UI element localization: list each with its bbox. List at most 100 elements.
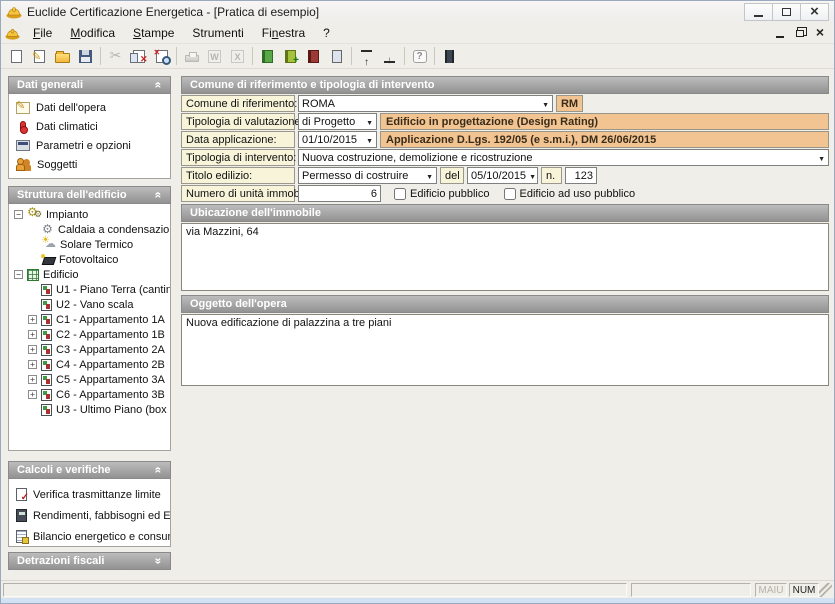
- export-word-icon: W: [208, 50, 221, 63]
- tree-item-u2-vano-scala[interactable]: U2 - Vano scala: [9, 297, 170, 312]
- close-button[interactable]: [800, 3, 829, 21]
- data-applicazione-label: Data applicazione:: [181, 131, 295, 148]
- find-document-button[interactable]: [150, 46, 173, 67]
- edificio-pubblico-checkbox-input[interactable]: [394, 188, 406, 200]
- edificio-uso-pubblico-checkbox-input[interactable]: [504, 188, 516, 200]
- ubicazione-textarea[interactable]: via Mazzini, 64: [181, 223, 829, 291]
- menu-finestra[interactable]: Finestra: [253, 24, 314, 42]
- panel-header-detrazioni-fiscali[interactable]: Detrazioni fiscali: [8, 552, 171, 570]
- new-document-button[interactable]: [5, 46, 28, 67]
- toolbar-separator: [351, 47, 352, 65]
- edificio-pubblico-checkbox[interactable]: Edificio pubblico: [394, 185, 490, 202]
- menu-strumenti[interactable]: Strumenti: [183, 24, 252, 42]
- tree-item-impianto[interactable]: −Impianto: [9, 207, 170, 222]
- expander-minus-icon[interactable]: −: [14, 210, 23, 219]
- replace-document-button[interactable]: [127, 46, 150, 67]
- collapse-panels-button[interactable]: [355, 46, 378, 67]
- mdi-restore-button[interactable]: [796, 30, 804, 37]
- expander-plus-icon[interactable]: +: [28, 390, 37, 399]
- tree-item-label: C1 - Appartamento 1A: [56, 314, 165, 326]
- tree-item-label: U1 - Piano Terra (cantine e: [56, 284, 171, 296]
- tree-item-caldaia-a-condensazione[interactable]: Caldaia a condensazione: [9, 222, 170, 237]
- tipologia-intervento-combobox[interactable]: Nuova costruzione, demolizione e ricostr…: [298, 149, 829, 166]
- chevron-up-icon[interactable]: [154, 192, 164, 199]
- app-helmet-icon: [6, 4, 22, 20]
- oggetto-textarea[interactable]: Nuova edificazione di palazzina a tre pi…: [181, 314, 829, 386]
- panel-header-struttura-edificio[interactable]: Struttura dell'edificio: [8, 186, 171, 204]
- import-archive-icon: [262, 50, 273, 63]
- tree-item-c4-appartamento-2b[interactable]: +C4 - Appartamento 2B: [9, 357, 170, 372]
- maximize-button[interactable]: [772, 3, 801, 21]
- export-excel-icon: X: [231, 50, 244, 63]
- menu-help[interactable]: ?: [314, 24, 339, 42]
- resize-grip[interactable]: [819, 583, 832, 597]
- save-button[interactable]: [74, 46, 97, 67]
- numero-titolo-input[interactable]: [565, 167, 597, 184]
- sidebar-item-soggetti[interactable]: Soggetti: [9, 155, 170, 174]
- panel-dati-generali: Dati generali Dati dell'operaDati climat…: [8, 76, 171, 179]
- chevron-down-icon[interactable]: [154, 558, 164, 565]
- tree-item-c6-appartamento-3b[interactable]: + C6 - Appartamento 3B: [9, 387, 170, 402]
- edificio-uso-pubblico-checkbox[interactable]: Edificio ad uso pubblico: [504, 185, 636, 202]
- tree-item-c2-appartamento-1b[interactable]: +C2 - Appartamento 1B: [9, 327, 170, 342]
- duplicate-archive-button[interactable]: [325, 46, 348, 67]
- menu-stampe[interactable]: Stampe: [124, 24, 183, 42]
- collapse-panels-icon: [361, 50, 372, 63]
- expander-plus-icon[interactable]: +: [28, 345, 37, 354]
- comune-combobox[interactable]: ROMA: [298, 95, 553, 112]
- sidebar-item-dati-dell-opera[interactable]: Dati dell'opera: [9, 98, 170, 117]
- panel-header-dati-generali[interactable]: Dati generali: [8, 76, 171, 94]
- unita-input[interactable]: [298, 185, 381, 202]
- add-archive-button[interactable]: [279, 46, 302, 67]
- duplicate-archive-icon: [332, 50, 342, 63]
- import-archive-button[interactable]: [256, 46, 279, 67]
- combo-value: Permesso di costruire: [302, 170, 408, 182]
- tree-item-c3-appartamento-2a[interactable]: +C3 - Appartamento 2A: [9, 342, 170, 357]
- edit-document-button[interactable]: [28, 46, 51, 67]
- expander-minus-icon[interactable]: −: [14, 270, 23, 279]
- sidebar-item-parametri-e-opzioni[interactable]: Parametri e opzioni: [9, 136, 170, 155]
- solar-icon: [41, 253, 55, 266]
- document-helmet-icon: [5, 26, 20, 41]
- tree-item-c5-appartamento-3a[interactable]: +C5 - Appartamento 3A: [9, 372, 170, 387]
- panel-header-calcoli-verifiche[interactable]: Calcoli e verifiche: [8, 461, 171, 479]
- sidebar-item-bilancio-energetico-e-consumi[interactable]: Bilancio energetico e consumi: [9, 526, 170, 547]
- tipologia-valutazione-combobox[interactable]: di Progetto: [298, 113, 377, 130]
- row-titolo-edilizio: Titolo edilizio: Permesso di costruire d…: [181, 167, 829, 184]
- row-unita-immobiliari: Numero di unità immobiliari: Edificio pu…: [181, 185, 829, 202]
- section-title: Comune di riferimento e tipologia di int…: [190, 79, 434, 91]
- tree-item-u3-ultimo-piano-box-e-rip[interactable]: U3 - Ultimo Piano (box e rip: [9, 402, 170, 417]
- minimize-button[interactable]: [744, 3, 773, 21]
- sidebar-item-verifica-trasmittanze-limite[interactable]: Verifica trasmittanze limite: [9, 484, 170, 505]
- titolo-data-combobox[interactable]: 05/10/2015: [467, 167, 538, 184]
- delete-archive-button[interactable]: [302, 46, 325, 67]
- tree-item-label: C6 - Appartamento 3B: [56, 389, 165, 401]
- tree-item-fotovoltaico[interactable]: Fotovoltaico: [9, 252, 170, 267]
- expander-plus-icon[interactable]: +: [28, 330, 37, 339]
- help-button[interactable]: ?: [408, 46, 431, 67]
- tree-item-solare-termico[interactable]: Solare Termico: [9, 237, 170, 252]
- tree-item-c1-appartamento-1a[interactable]: + C1 - Appartamento 1A: [9, 312, 170, 327]
- chevron-up-icon[interactable]: [154, 82, 164, 89]
- sidebar-item-rendimenti-fabbisogni-ed-ep[interactable]: Rendimenti, fabbisogni ed EP: [9, 505, 170, 526]
- replace-document-icon: [133, 50, 145, 63]
- exit-button[interactable]: [438, 46, 461, 67]
- chevron-down-icon: [423, 170, 433, 182]
- sidebar-item-label: Bilancio energetico e consumi: [33, 531, 171, 543]
- expander-plus-icon[interactable]: +: [28, 360, 37, 369]
- mdi-minimize-button[interactable]: [776, 36, 784, 38]
- open-button[interactable]: [51, 46, 74, 67]
- menu-file[interactable]: File: [24, 24, 61, 42]
- sidebar-item-dati-climatici[interactable]: Dati climatici: [9, 117, 170, 136]
- menu-modifica[interactable]: Modifica: [61, 24, 124, 42]
- chevron-up-icon[interactable]: [154, 467, 164, 474]
- titolo-edilizio-combobox[interactable]: Permesso di costruire: [298, 167, 437, 184]
- expander-plus-icon[interactable]: +: [28, 315, 37, 324]
- tree-item-edificio[interactable]: −Edificio: [9, 267, 170, 282]
- row-comune: Comune di riferimento: ROMA RM: [181, 95, 829, 112]
- tree-item-u1-piano-terra-cantine-e[interactable]: U1 - Piano Terra (cantine e: [9, 282, 170, 297]
- expand-panels-button[interactable]: [378, 46, 401, 67]
- data-applicazione-combobox[interactable]: 01/10/2015: [298, 131, 377, 148]
- mdi-close-button[interactable]: [816, 24, 824, 42]
- expander-plus-icon[interactable]: +: [28, 375, 37, 384]
